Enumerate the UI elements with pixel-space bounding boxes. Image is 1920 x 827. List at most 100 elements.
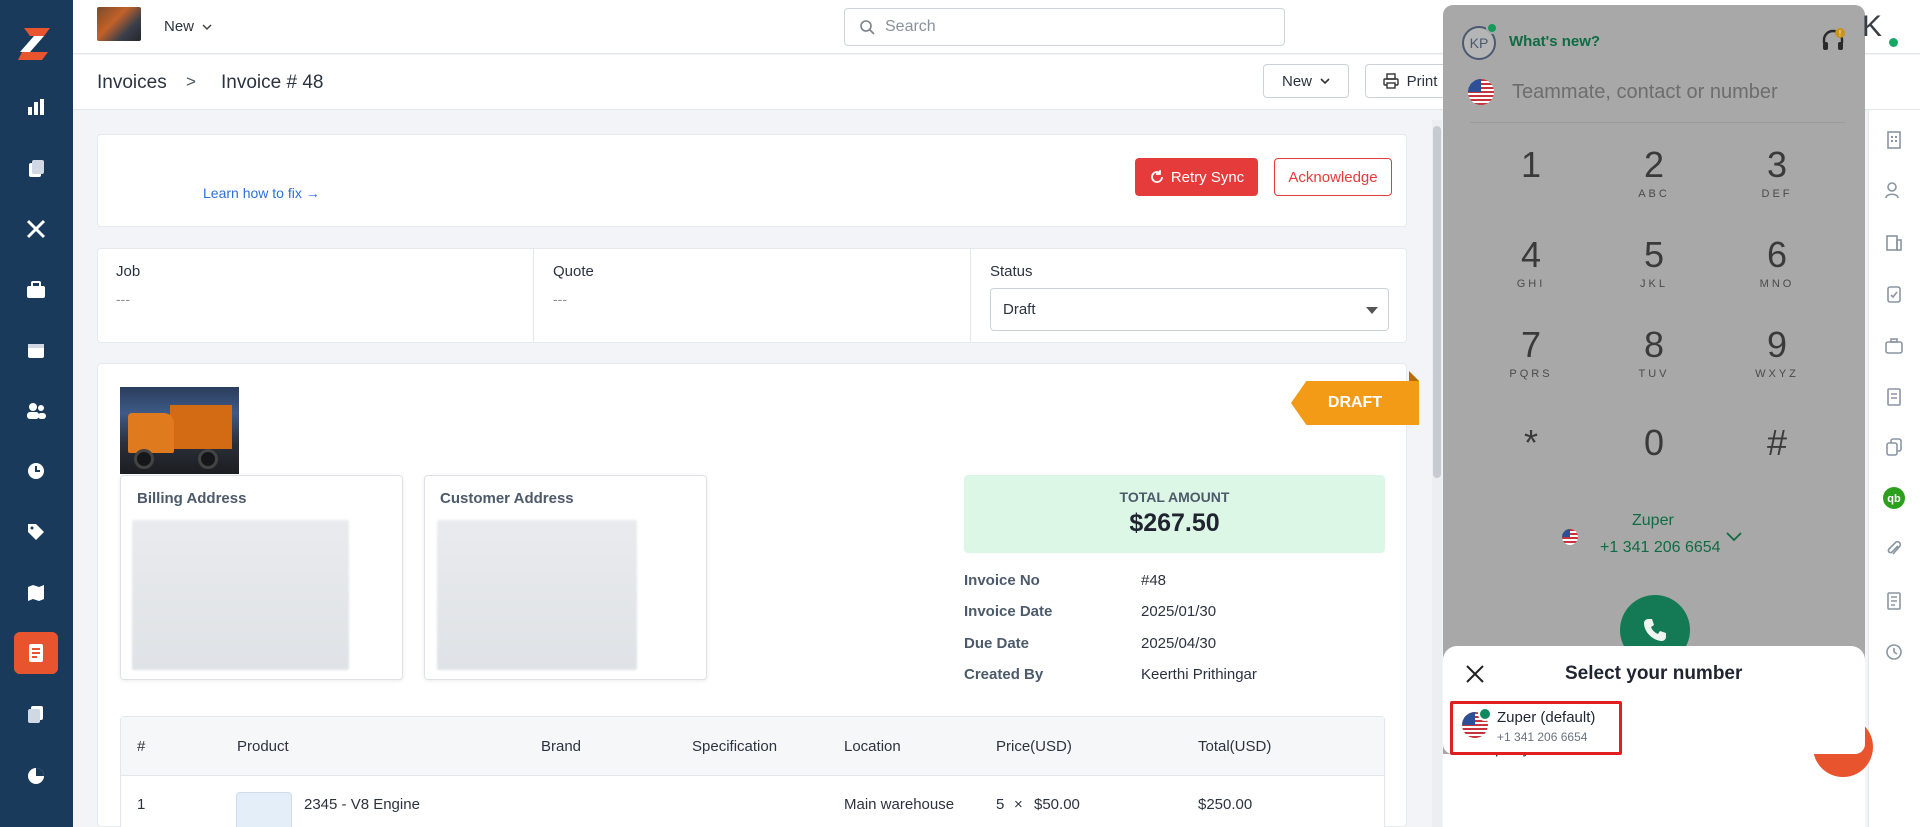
- total-amount-box: TOTAL AMOUNT $267.50: [964, 475, 1385, 553]
- users-icon[interactable]: [22, 397, 50, 425]
- company-logo-image: [120, 387, 239, 474]
- reports-pie-icon[interactable]: [22, 762, 50, 790]
- calendar-icon[interactable]: [22, 336, 50, 364]
- row-product[interactable]: 2345 - V8 Engine: [304, 796, 420, 813]
- close-icon[interactable]: [1463, 662, 1487, 686]
- dial-key-digit: *: [1523, 422, 1538, 463]
- print-button[interactable]: Print: [1365, 64, 1455, 98]
- top-new-dropdown[interactable]: New: [164, 18, 212, 35]
- analytics-icon[interactable]: [22, 93, 50, 121]
- documents-icon[interactable]: [22, 700, 50, 728]
- copy-icon[interactable]: [1882, 435, 1906, 459]
- dial-key-digit: 1: [1520, 144, 1542, 185]
- jobs-icon[interactable]: [22, 154, 50, 182]
- print-button-label: Print: [1406, 72, 1438, 90]
- created-by-value: Keerthi Prithingar: [1141, 666, 1257, 683]
- dialer-number-input[interactable]: Teammate, contact or number: [1512, 81, 1778, 104]
- account-avatar[interactable]: K: [1862, 10, 1882, 44]
- tools-icon[interactable]: [22, 215, 50, 243]
- row-total: $250.00: [1198, 796, 1253, 813]
- quote-label: Quote: [553, 263, 594, 280]
- row-price: $50.00: [1034, 796, 1080, 813]
- online-status-dot: [1486, 22, 1498, 34]
- billing-address-title: Billing Address: [137, 490, 247, 507]
- checklist-icon[interactable]: [1882, 282, 1906, 306]
- new-button[interactable]: New: [1263, 64, 1349, 98]
- check-icon: [1478, 707, 1492, 721]
- dial-key-4[interactable]: 4 GHI: [1486, 234, 1576, 290]
- history-icon[interactable]: [1882, 640, 1906, 664]
- customer-address-redacted: [437, 520, 637, 670]
- col-header-number: #: [137, 738, 146, 755]
- dial-key-6[interactable]: 6 MNO: [1732, 234, 1822, 290]
- retry-sync-button[interactable]: Retry Sync: [1135, 158, 1258, 196]
- col-header-price: Price(USD): [996, 738, 1072, 755]
- chevron-down-icon: [1320, 78, 1330, 85]
- total-amount-value: $267.50: [1129, 509, 1220, 537]
- dial-key-3[interactable]: 3 DEF: [1732, 144, 1822, 200]
- whats-new-link[interactable]: What's new?: [1509, 33, 1600, 50]
- chevron-down-icon[interactable]: [1725, 530, 1743, 548]
- row-times: ×: [1014, 796, 1023, 813]
- dial-key-letters: PQRS: [1509, 368, 1553, 380]
- row-quantity: 5: [996, 796, 1005, 813]
- total-amount-label: TOTAL AMOUNT: [1119, 489, 1230, 505]
- organization-icon[interactable]: [1882, 230, 1906, 254]
- new-button-label: New: [1281, 72, 1312, 90]
- dial-key-hash[interactable]: #: [1732, 422, 1822, 464]
- number-option-number: +1 341 206 6654: [1497, 730, 1588, 744]
- account-status-dot: [1889, 38, 1898, 47]
- dial-key-8[interactable]: 8 TUV: [1609, 324, 1699, 380]
- clock-icon[interactable]: [22, 457, 50, 485]
- global-search[interactable]: [844, 8, 1285, 46]
- us-flag-icon[interactable]: [1468, 79, 1494, 105]
- caller-id-name[interactable]: Zuper: [1632, 512, 1674, 530]
- product-thumbnail: [236, 792, 292, 827]
- page-title: Invoice # 48: [221, 72, 324, 93]
- contacts-icon[interactable]: [1882, 178, 1906, 202]
- dial-key-9[interactable]: 9 WXYZ: [1732, 324, 1822, 380]
- dial-key-0[interactable]: 0: [1609, 422, 1699, 464]
- billing-address-redacted: [132, 520, 349, 670]
- briefcase-icon[interactable]: [22, 276, 50, 304]
- document-icon[interactable]: [1882, 385, 1906, 409]
- dial-key-digit: 6: [1766, 234, 1788, 275]
- map-icon[interactable]: [22, 579, 50, 607]
- company-thumbnail[interactable]: [97, 7, 141, 41]
- dial-key-digit: 7: [1520, 324, 1542, 365]
- dial-key-2[interactable]: 2 ABC: [1609, 144, 1699, 200]
- number-option-name: Zuper (default): [1497, 709, 1596, 726]
- dial-key-digit: #: [1766, 422, 1788, 463]
- invoice-icon[interactable]: [22, 639, 50, 667]
- invoice-no-value: #48: [1141, 572, 1167, 589]
- customer-address-title: Customer Address: [440, 490, 574, 507]
- briefcase-icon[interactable]: [1882, 334, 1906, 358]
- us-flag-icon: [1562, 529, 1578, 545]
- learn-how-to-fix-link[interactable]: Learn how to fix →: [203, 185, 320, 201]
- dial-key-digit: 8: [1643, 324, 1665, 365]
- headset-icon[interactable]: !: [1820, 28, 1846, 59]
- building-icon[interactable]: [1882, 128, 1906, 152]
- quickbooks-icon[interactable]: qb: [1882, 486, 1906, 510]
- right-rail: [1868, 110, 1920, 827]
- dial-key-star[interactable]: *: [1486, 422, 1576, 464]
- status-label: Status: [990, 263, 1033, 280]
- breadcrumb-invoices[interactable]: Invoices: [97, 72, 167, 94]
- notes-icon[interactable]: [1882, 589, 1906, 613]
- dial-key-1[interactable]: 1: [1486, 144, 1576, 188]
- dial-key-7[interactable]: 7 PQRS: [1486, 324, 1576, 380]
- tag-icon[interactable]: [22, 518, 50, 546]
- dialer-bottom-area: [1443, 754, 1865, 827]
- dial-key-letters: ABC: [1638, 188, 1670, 200]
- scrollbar-thumb[interactable]: [1433, 126, 1441, 478]
- dial-key-5[interactable]: 5 JKL: [1609, 234, 1699, 290]
- caller-id-number[interactable]: +1 341 206 6654: [1600, 539, 1721, 557]
- paperclip-icon[interactable]: [1882, 537, 1906, 561]
- chevron-down-icon: [202, 23, 212, 30]
- divider: [533, 248, 534, 343]
- search-input[interactable]: [885, 18, 1265, 36]
- status-select[interactable]: Draft: [990, 288, 1389, 331]
- col-header-specification: Specification: [692, 738, 778, 755]
- acknowledge-button[interactable]: Acknowledge: [1274, 158, 1392, 196]
- zuper-logo-icon[interactable]: [16, 20, 56, 60]
